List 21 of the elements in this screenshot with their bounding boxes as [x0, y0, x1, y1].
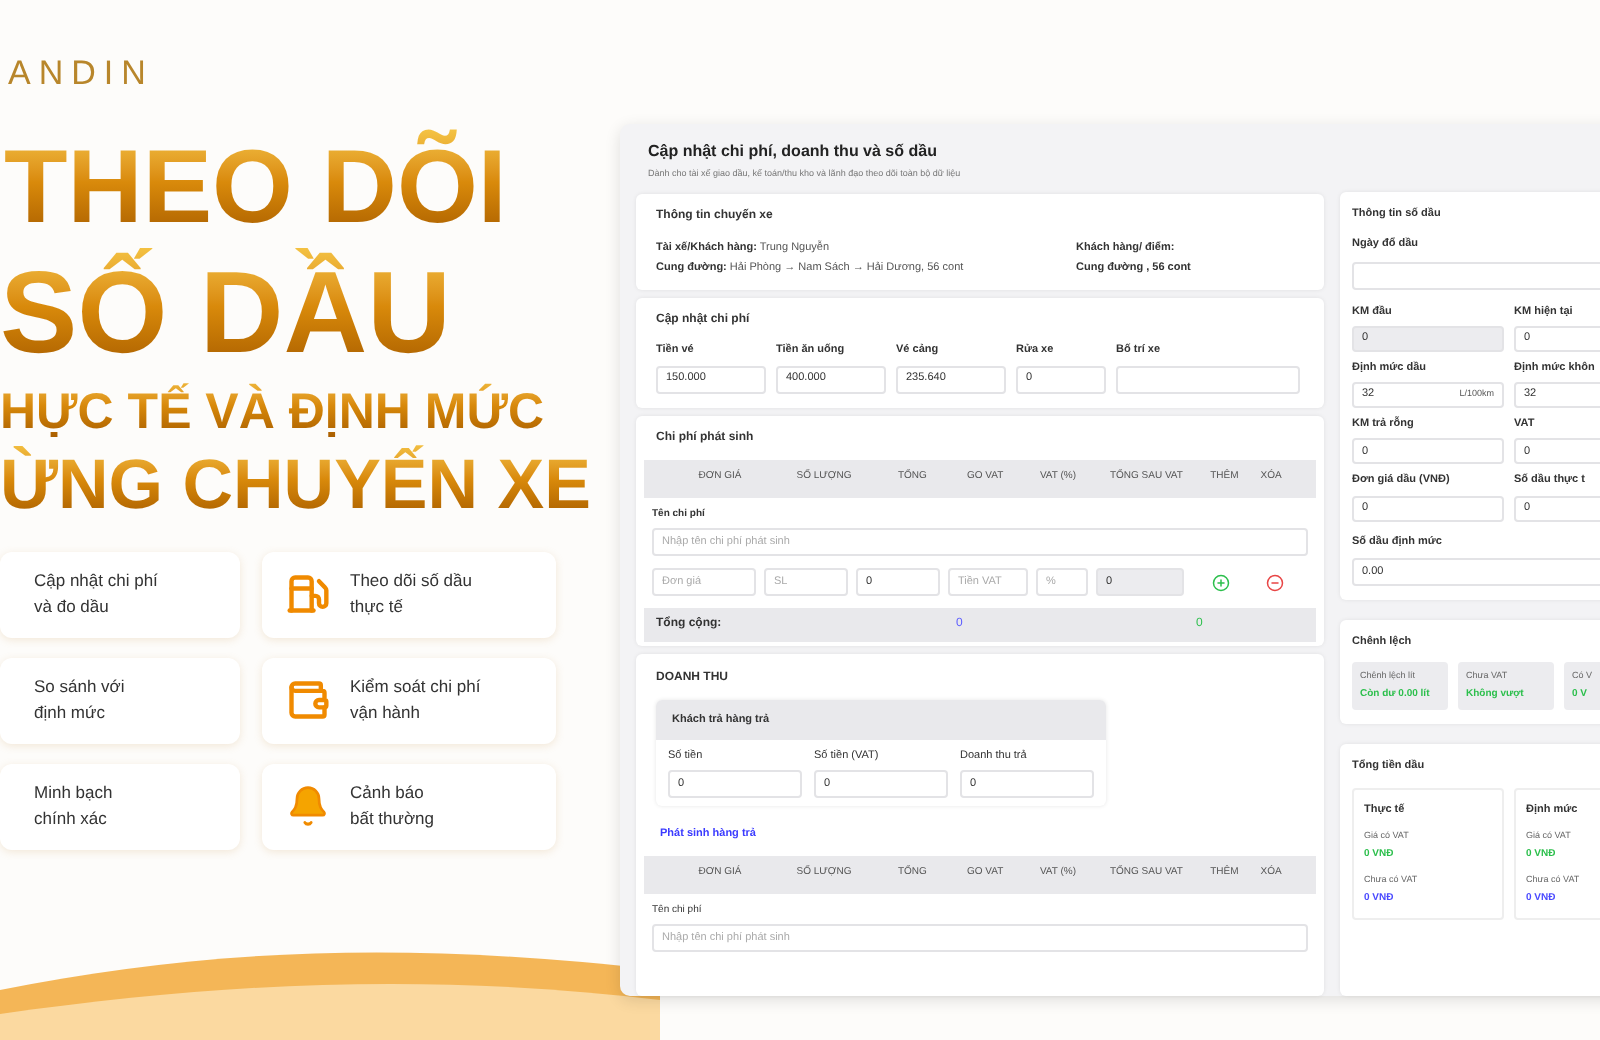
fuel-pump-icon [286, 572, 330, 616]
page-title: Cập nhật chi phí, doanh thu và số dầu [648, 140, 939, 164]
feature-text: Minh bạch [34, 780, 113, 806]
feature-text: Kiểm soát chi phí [350, 674, 481, 700]
remove-icon[interactable] [1265, 573, 1283, 591]
feature-text: vận hành [350, 700, 422, 726]
input-field[interactable] [1116, 365, 1300, 393]
feature-text: định mức [34, 700, 107, 726]
add-icon[interactable] [1211, 573, 1229, 591]
feature-text: Cảnh báo [350, 780, 426, 806]
brand-logo: ANDIN [8, 52, 154, 96]
feature-text: Theo dõi số dầu [350, 568, 472, 594]
bell-icon [286, 784, 330, 828]
wallet-icon [286, 678, 330, 722]
feature-text: và đo dầu [34, 594, 111, 620]
input-field[interactable] [1352, 261, 1600, 289]
feature-text: thực tế [350, 594, 405, 620]
feature-text: bất thường [350, 806, 434, 832]
feature-text: Cập nhật chi phí [34, 568, 158, 594]
feature-text: So sánh với [34, 674, 125, 700]
feature-text: chính xác [34, 806, 109, 832]
